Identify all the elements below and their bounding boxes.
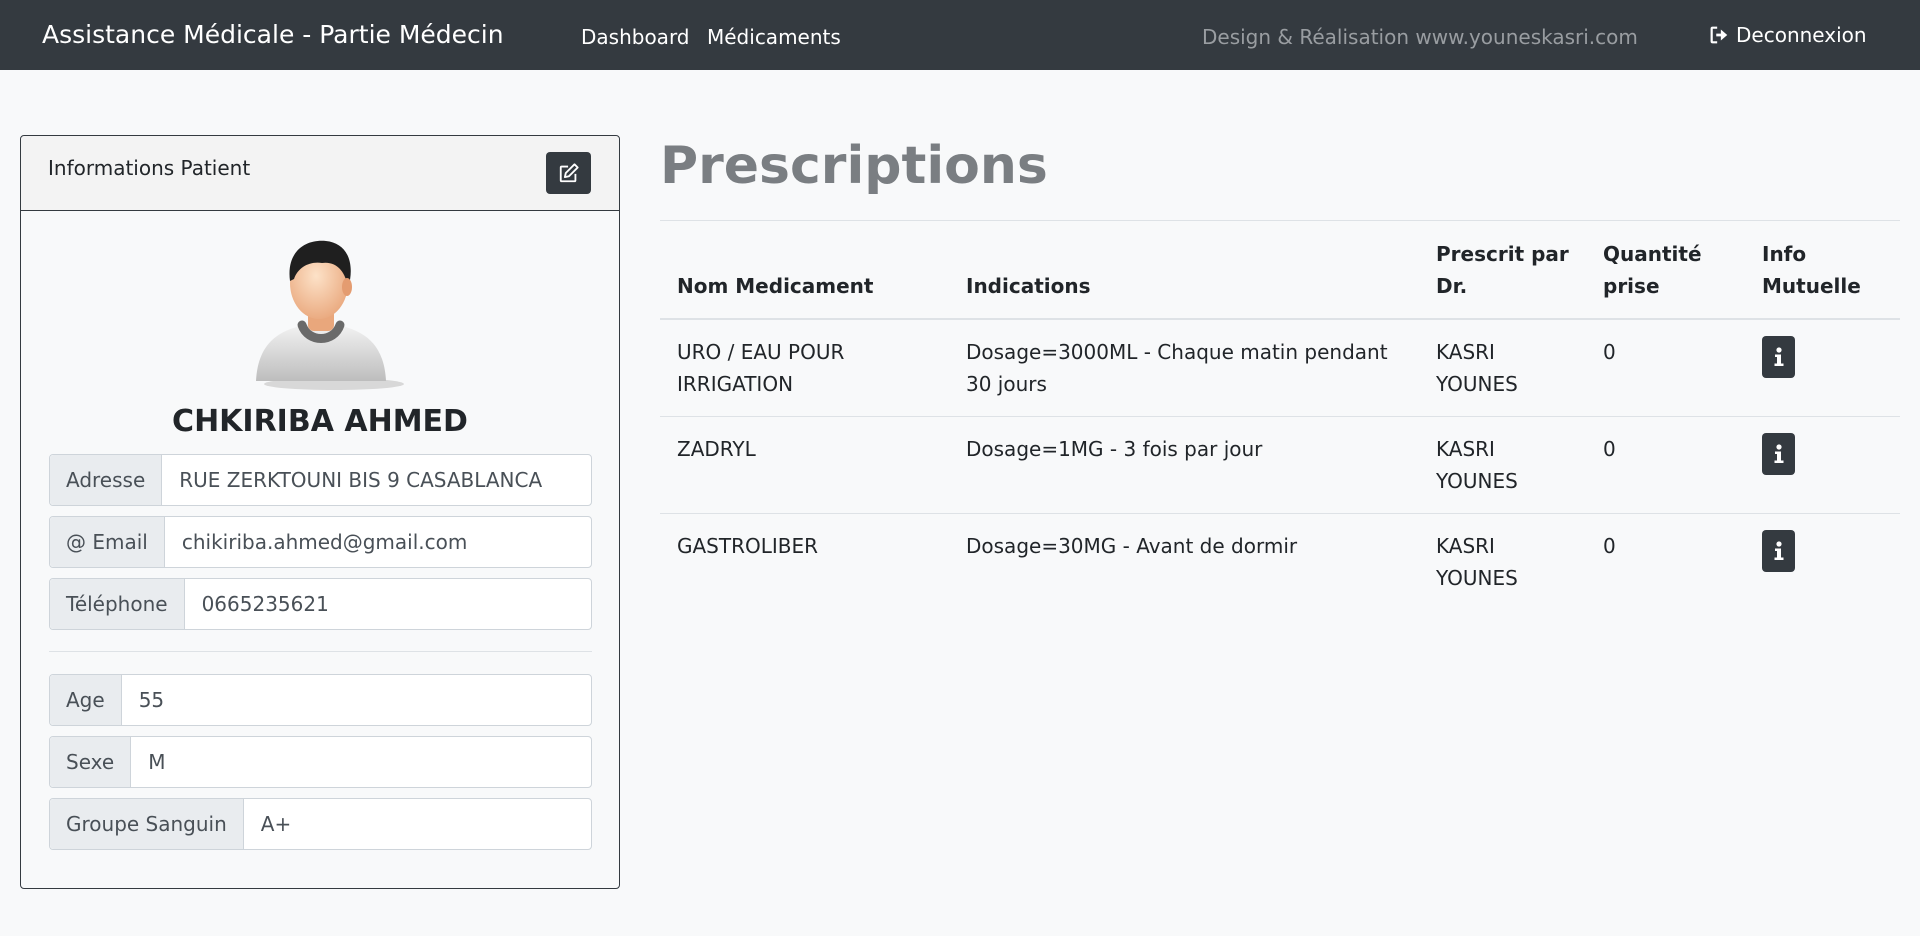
nav-link-medicaments[interactable]: Médicaments: [707, 25, 841, 49]
divider: [49, 651, 592, 652]
sign-out-icon: [1710, 26, 1728, 44]
email-field: @ Email chikiriba.ahmed@gmail.com: [49, 516, 592, 568]
field-label: Adresse: [50, 455, 163, 505]
cell-indications: Dosage=3000ML - Chaque matin pendant 30 …: [966, 340, 1388, 396]
field-label: @ Email: [50, 517, 165, 567]
cell-info: [1745, 319, 1900, 417]
email-value[interactable]: chikiriba.ahmed@gmail.com: [165, 517, 591, 567]
address-field: Adresse RUE ZERKTOUNI BIS 9 CASABLANCA: [49, 454, 592, 506]
cell-medicament: ZADRYL: [660, 416, 949, 514]
field-label: Age: [50, 675, 122, 725]
cell-medicament: GASTROLIBER: [660, 513, 949, 610]
phone-field: Téléphone 0665235621: [49, 578, 592, 630]
patient-info-card: Informations Patient CHKIRIBA AHMED Adre…: [20, 135, 620, 889]
table-row: GASTROLIBER Dosage=30MG - Avant de dormi…: [660, 513, 1900, 610]
cell-info: [1745, 513, 1900, 610]
blood-group-value[interactable]: A+: [244, 799, 591, 849]
cell-doctor: KASRI YOUNES: [1436, 340, 1518, 396]
edit-icon: [559, 163, 579, 183]
column-header: Prescrit par Dr.: [1419, 222, 1586, 320]
brand-title[interactable]: Assistance Médicale - Partie Médecin: [42, 20, 504, 49]
user-avatar: [256, 240, 404, 390]
cell-doctor: KASRI YOUNES: [1419, 416, 1586, 514]
blood-group-field: Groupe Sanguin A+: [49, 798, 592, 850]
cell-medicament: URO / EAU POUR IRRIGATION: [677, 340, 845, 396]
card-title: Informations Patient: [48, 156, 251, 180]
cell-quantity: 0: [1586, 513, 1745, 610]
field-label: Groupe Sanguin: [50, 799, 244, 849]
phone-value[interactable]: 0665235621: [185, 579, 591, 629]
edit-patient-button[interactable]: [546, 152, 591, 194]
table-header-row: Nom Medicament Indications Prescrit par …: [660, 222, 1900, 320]
logout-label: Deconnexion: [1736, 23, 1867, 47]
address-value[interactable]: RUE ZERKTOUNI BIS 9 CASABLANCA: [162, 455, 591, 505]
cell-indications: Dosage=1MG - 3 fois par jour: [949, 416, 1419, 514]
cell-indications: Dosage=30MG - Avant de dormir: [949, 513, 1419, 610]
prescriptions-table: Nom Medicament Indications Prescrit par …: [660, 222, 1900, 610]
column-header: Indications: [949, 222, 1419, 320]
table-row: URO / EAU POUR IRRIGATION Dosage=3000ML …: [660, 319, 1900, 417]
info-mutuelle-button[interactable]: [1762, 530, 1795, 572]
age-value[interactable]: 55: [122, 675, 591, 725]
patient-name: CHKIRIBA AHMED: [172, 404, 468, 439]
title-rule: [660, 220, 1900, 221]
navbar: Assistance Médicale - Partie Médecin Das…: [0, 0, 1920, 70]
column-header: Info Mutuelle: [1745, 222, 1900, 320]
page-title: Prescriptions: [660, 136, 1048, 196]
info-mutuelle-button[interactable]: [1762, 433, 1795, 475]
info-icon: [1774, 444, 1783, 463]
credit-link[interactable]: Design & Réalisation www.youneskasri.com: [1202, 25, 1638, 49]
sex-value[interactable]: M: [131, 737, 591, 787]
info-icon: [1774, 541, 1783, 560]
card-header: Informations Patient: [21, 136, 619, 211]
info-mutuelle-button[interactable]: [1762, 336, 1795, 378]
cell-quantity: 0: [1586, 416, 1745, 514]
cell-doctor: KASRI YOUNES: [1419, 513, 1586, 610]
info-icon: [1774, 347, 1783, 366]
age-field: Age 55: [49, 674, 592, 726]
column-header: Quantité prise: [1586, 222, 1745, 320]
field-label: Sexe: [50, 737, 132, 787]
logout-link[interactable]: Deconnexion: [1708, 23, 1867, 47]
table-row: ZADRYL Dosage=1MG - 3 fois par jour KASR…: [660, 416, 1900, 514]
cell-info: [1745, 416, 1900, 514]
field-label: Téléphone: [50, 579, 185, 629]
column-header: Nom Medicament: [660, 222, 949, 320]
sex-field: Sexe M: [49, 736, 592, 788]
cell-quantity: 0: [1603, 340, 1616, 364]
nav-link-dashboard[interactable]: Dashboard: [581, 25, 690, 49]
